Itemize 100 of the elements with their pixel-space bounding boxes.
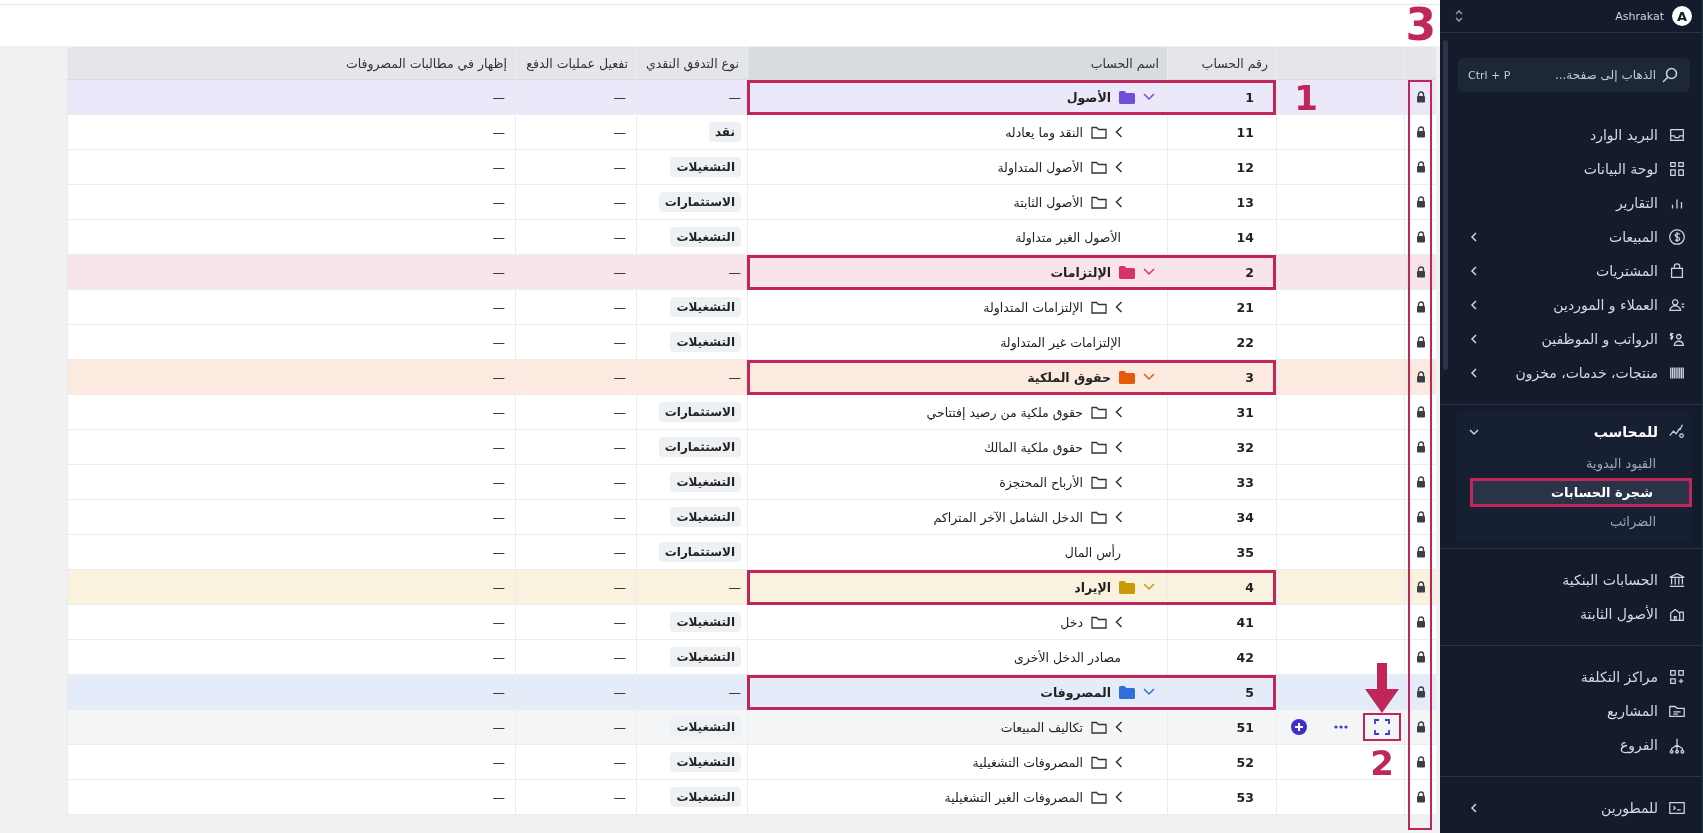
- cash-flow-tag: الاستثمارات: [658, 192, 741, 212]
- nav-item[interactable]: المشتريات: [1456, 254, 1692, 288]
- account-number: 35: [1236, 544, 1254, 560]
- nav-item[interactable]: مراكز التكلفة: [1456, 660, 1692, 694]
- nav-item[interactable]: العملاء و الموردين: [1456, 288, 1692, 322]
- expense-claims-text: —: [492, 264, 505, 280]
- chevron-icon[interactable]: [1115, 126, 1123, 138]
- account-number: 14: [1236, 229, 1254, 245]
- column-header[interactable]: نوع التدفق النقدي: [636, 47, 747, 79]
- lock-icon: [1415, 196, 1426, 208]
- expense-claims-text: —: [492, 544, 505, 560]
- account-number: 41: [1236, 614, 1254, 630]
- user-name: Ashrakat: [1615, 9, 1664, 23]
- nav-item[interactable]: الرواتب و الموظفين: [1456, 322, 1692, 356]
- chevron-icon[interactable]: [1115, 511, 1123, 523]
- account-number: 22: [1236, 334, 1254, 350]
- account-number: 21: [1236, 299, 1254, 315]
- expense-claims-text: —: [492, 509, 505, 525]
- account-number: 32: [1236, 439, 1254, 455]
- chevron-icon[interactable]: [1115, 161, 1123, 173]
- more-icon[interactable]: [1334, 725, 1348, 729]
- payment-text: —: [613, 509, 626, 525]
- expense-claims-text: —: [492, 194, 505, 210]
- column-header[interactable]: اسم الحساب: [747, 47, 1167, 79]
- nav-item[interactable]: للمطورين: [1456, 791, 1692, 825]
- account-number: 1: [1245, 89, 1254, 105]
- lock-icon: [1415, 91, 1426, 103]
- column-header[interactable]: تفعيل عمليات الدفع: [515, 47, 636, 79]
- nav-item[interactable]: المشاريع: [1456, 694, 1692, 728]
- expense-claims-text: —: [492, 754, 505, 770]
- account-number: 42: [1236, 649, 1254, 665]
- account-number: 53: [1236, 789, 1254, 805]
- nav-item[interactable]: لوحة البيانات: [1456, 152, 1692, 186]
- payment-text: —: [613, 159, 626, 175]
- account-name: تكاليف المبيعات: [1000, 719, 1083, 735]
- nav-subitem[interactable]: شجرة الحسابات: [1470, 478, 1692, 507]
- chevron-icon[interactable]: [1115, 791, 1123, 803]
- expand-collapse-icon[interactable]: [1454, 8, 1464, 24]
- cash-flow-tag: نقد: [708, 122, 741, 142]
- nav-item[interactable]: التقارير: [1456, 186, 1692, 220]
- cash-flow-tag: التشغيلات: [670, 752, 741, 772]
- chevron-down-icon[interactable]: [1143, 268, 1155, 276]
- account-name: مصادر الدخل الأخرى: [1014, 649, 1121, 665]
- payment-text: —: [613, 194, 626, 210]
- expense-claims-text: —: [492, 719, 505, 735]
- folder-icon: [1091, 160, 1107, 174]
- chevron-icon[interactable]: [1115, 301, 1123, 313]
- scrollbar[interactable]: [1443, 40, 1448, 370]
- account-name: دخل: [1060, 614, 1083, 630]
- expense-claims-text: —: [492, 299, 505, 315]
- chevron-icon: [1468, 367, 1480, 379]
- chevron-icon[interactable]: [1115, 616, 1123, 628]
- chevron-down-icon[interactable]: [1143, 93, 1155, 101]
- chevron-icon[interactable]: [1115, 721, 1123, 733]
- nav-item[interactable]: الحسابات البنكية: [1456, 563, 1692, 597]
- cash-flow-tag: الاستثمارات: [658, 437, 741, 457]
- chevron-icon[interactable]: [1115, 406, 1123, 418]
- avatar[interactable]: A: [1672, 6, 1692, 26]
- expense-claims-text: —: [492, 649, 505, 665]
- chevron-icon[interactable]: [1115, 476, 1123, 488]
- expand-icon[interactable]: [1374, 719, 1390, 735]
- column-header[interactable]: إظهار في مطالبات المصروفات: [67, 47, 515, 79]
- callout-number: 2: [1370, 746, 1394, 780]
- dollar-icon: [1668, 228, 1686, 246]
- nav-subitem[interactable]: القيود اليدوية: [1470, 449, 1692, 478]
- add-icon[interactable]: [1291, 719, 1307, 735]
- search-field[interactable]: الذهاب إلى صفحة...: [1516, 68, 1656, 82]
- chevron-icon[interactable]: [1115, 756, 1123, 768]
- nav-item[interactable]: المبيعات: [1456, 220, 1692, 254]
- payment-text: —: [613, 439, 626, 455]
- lock-icon: [1415, 336, 1426, 348]
- chevron-icon[interactable]: [1115, 196, 1123, 208]
- expense-claims-text: —: [492, 334, 505, 350]
- nav-item[interactable]: الفروع: [1456, 728, 1692, 762]
- nav-item[interactable]: الأصول الثابتة: [1456, 597, 1692, 631]
- payment-text: —: [613, 264, 626, 280]
- lock-icon: [1415, 686, 1426, 698]
- payment-text: —: [613, 579, 626, 595]
- lock-icon: [1415, 161, 1426, 173]
- lock-icon: [1415, 441, 1426, 453]
- lock-icon: [1415, 581, 1426, 593]
- account-name: المصروفات الغير التشغيلية: [944, 789, 1083, 805]
- expense-claims-text: —: [492, 684, 505, 700]
- account-name: حقوق الملكية: [1027, 369, 1111, 385]
- cash-flow-tag: الاستثمارات: [658, 542, 741, 562]
- nav-item[interactable]: البريد الوارد: [1456, 118, 1692, 152]
- chevron-down-icon[interactable]: [1143, 373, 1155, 381]
- folder-icon: [1091, 195, 1107, 209]
- account-number: 13: [1236, 194, 1254, 210]
- folder-icon: [1091, 790, 1107, 804]
- account-number: 51: [1236, 719, 1254, 735]
- nav-item[interactable]: للمحاسب: [1456, 415, 1692, 449]
- nav-subitem[interactable]: الضرائب: [1470, 507, 1692, 536]
- chevron-icon[interactable]: [1115, 441, 1123, 453]
- account-name: الدخل الشامل الآخر المتراكم: [933, 509, 1083, 525]
- cash-flow-tag: التشغيلات: [670, 157, 741, 177]
- branches-icon: [1668, 736, 1686, 754]
- chevron-down-icon[interactable]: [1143, 688, 1155, 696]
- cash-flow-text: —: [728, 89, 741, 105]
- nav-item[interactable]: منتجات، خدمات، مخزون: [1456, 356, 1692, 390]
